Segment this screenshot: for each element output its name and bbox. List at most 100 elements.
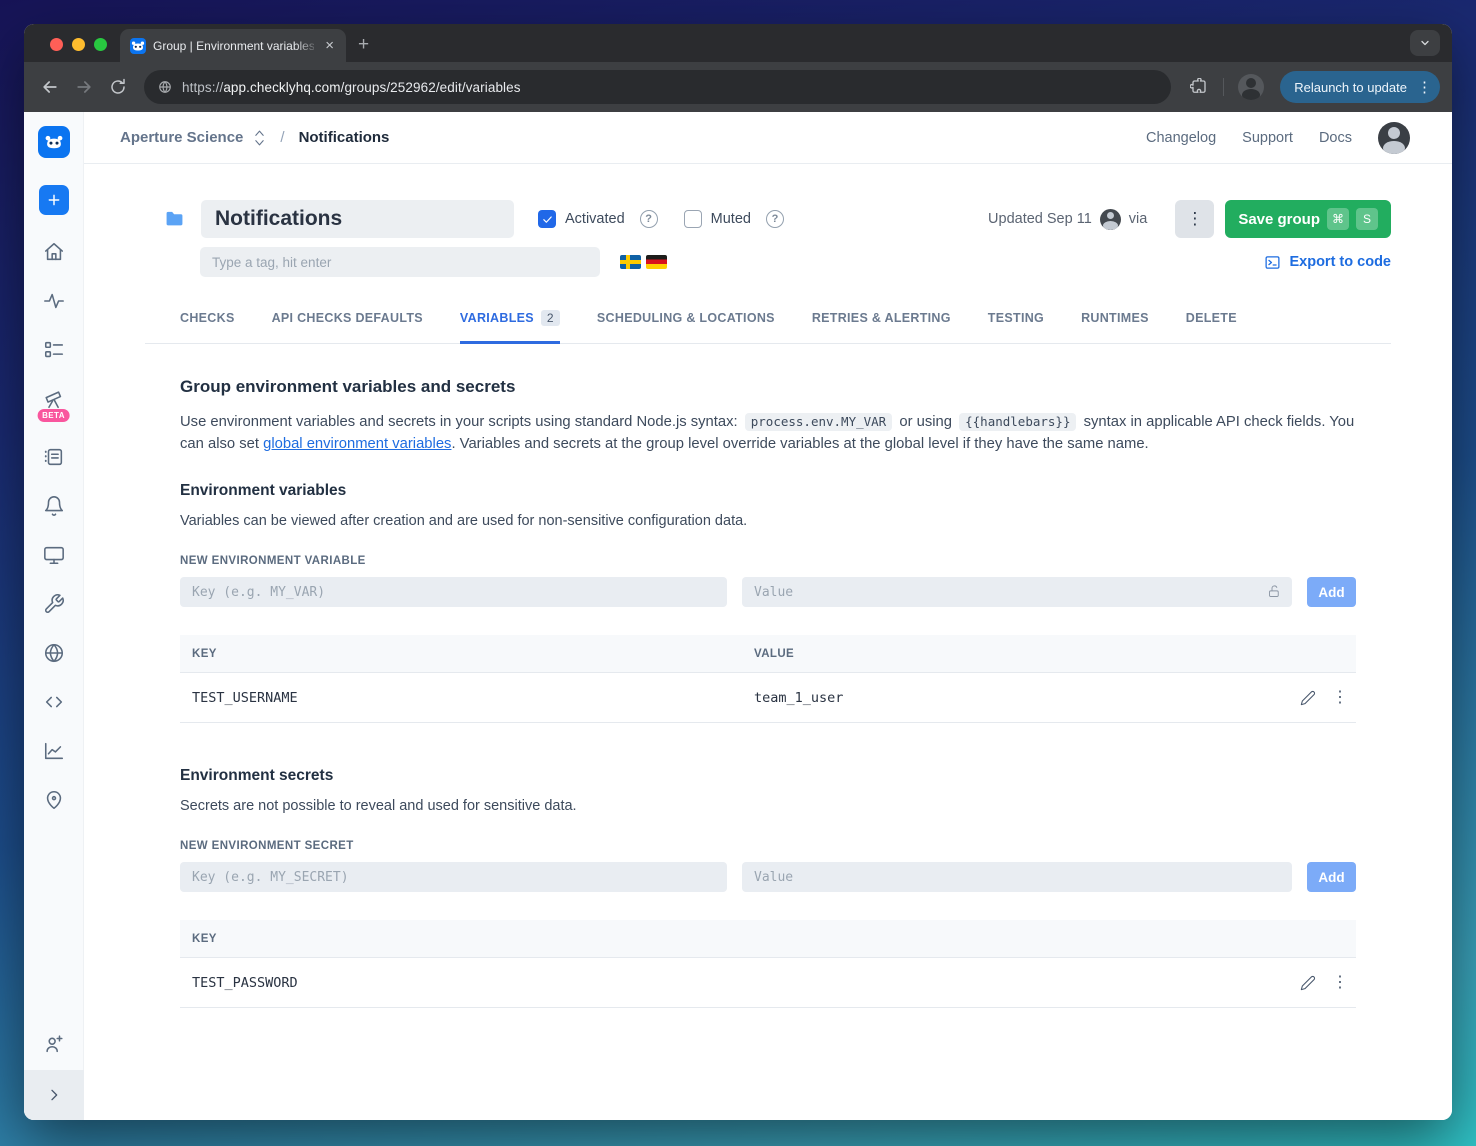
extensions-button[interactable] bbox=[1185, 73, 1213, 101]
relaunch-button[interactable]: Relaunch to update ⋮ bbox=[1280, 71, 1440, 103]
browser-profile-avatar[interactable] bbox=[1238, 74, 1265, 100]
group-options-button[interactable]: ⋮ bbox=[1175, 200, 1215, 238]
zoom-window-button[interactable] bbox=[94, 38, 107, 51]
sidebar-item-private-locations[interactable] bbox=[42, 641, 66, 665]
s-key-badge: S bbox=[1356, 208, 1378, 230]
tab-runtimes[interactable]: RUNTIMES bbox=[1081, 304, 1149, 344]
support-link[interactable]: Support bbox=[1242, 130, 1293, 146]
muted-checkbox-group: Muted ? bbox=[683, 210, 784, 228]
muted-help-icon[interactable]: ? bbox=[765, 210, 784, 228]
tab-checks[interactable]: CHECKS bbox=[180, 304, 235, 344]
pencil-icon bbox=[1300, 975, 1316, 990]
edit-variable-button[interactable] bbox=[1300, 690, 1316, 706]
intro-paragraph: Use environment variables and secrets in… bbox=[180, 413, 1355, 452]
sidebar-item-locations[interactable] bbox=[42, 788, 66, 812]
activated-label: Activated bbox=[565, 211, 625, 227]
secret-row-actions: ⋮ bbox=[1300, 974, 1356, 991]
sidebar-item-home[interactable] bbox=[42, 240, 66, 264]
add-secret-button[interactable]: Add bbox=[1307, 862, 1356, 892]
sidebar-item-logs[interactable] bbox=[42, 445, 66, 469]
variable-row-actions: ⋮ bbox=[1300, 689, 1356, 706]
close-window-button[interactable] bbox=[50, 38, 63, 51]
site-info-globe-icon[interactable] bbox=[158, 80, 172, 94]
tab-scheduling-locations[interactable]: SCHEDULING & LOCATIONS bbox=[597, 304, 775, 344]
app-main: Aperture Science / Notifications Changel… bbox=[84, 112, 1452, 1120]
new-tab-button[interactable]: + bbox=[358, 34, 369, 56]
global-env-vars-link[interactable]: global environment variables bbox=[263, 436, 451, 452]
secret-key-input[interactable] bbox=[180, 862, 727, 892]
variable-key-cell: TEST_USERNAME bbox=[192, 689, 298, 706]
save-group-button[interactable]: Save group ⌘ S bbox=[1225, 200, 1391, 238]
secret-key-column-header: KEY bbox=[192, 932, 217, 945]
tag-input[interactable] bbox=[200, 247, 600, 277]
minimize-window-button[interactable] bbox=[72, 38, 85, 51]
back-button[interactable] bbox=[36, 73, 64, 101]
sidebar-item-monitoring[interactable] bbox=[42, 289, 66, 313]
sidebar-expand-button[interactable] bbox=[24, 1070, 84, 1120]
sidebar-item-analytics[interactable] bbox=[42, 739, 66, 763]
account-switcher-chevrons[interactable] bbox=[253, 129, 266, 147]
app-sidebar: BETA bbox=[24, 112, 84, 1120]
export-to-code-link[interactable]: Export to code bbox=[1264, 254, 1391, 271]
updated-info: Updated Sep 11 via bbox=[988, 208, 1148, 230]
browser-menu-icon[interactable]: ⋮ bbox=[1417, 78, 1432, 96]
variable-value-input[interactable] bbox=[742, 577, 1292, 607]
code-chip-handlebars: {{handlebars}} bbox=[959, 413, 1077, 431]
chevron-right-icon bbox=[50, 1089, 57, 1101]
sidebar-item-alerts[interactable] bbox=[42, 494, 66, 518]
new-variable-form: Add bbox=[180, 577, 1356, 607]
content-title: Group environment variables and secrets bbox=[180, 377, 516, 396]
url-path: /groups/252962/edit/variables bbox=[340, 79, 521, 95]
user-plus-icon bbox=[45, 1035, 63, 1053]
browser-tab[interactable]: Group | Environment variables × bbox=[120, 29, 346, 62]
group-header: Activated ? Muted ? Updated Sep 11 via ⋮ bbox=[145, 200, 1391, 238]
reload-button[interactable] bbox=[104, 73, 132, 101]
tab-close-icon[interactable]: × bbox=[321, 36, 338, 55]
activated-help-icon[interactable]: ? bbox=[639, 210, 658, 228]
window-controls bbox=[50, 38, 107, 51]
key-column-header: KEY bbox=[192, 647, 217, 660]
tab-delete[interactable]: DELETE bbox=[1186, 304, 1237, 344]
chevron-down-icon bbox=[1421, 40, 1429, 46]
forward-button[interactable] bbox=[70, 73, 98, 101]
tab-variables[interactable]: VARIABLES 2 bbox=[459, 304, 560, 344]
create-new-button[interactable] bbox=[38, 185, 69, 215]
sidebar-item-dashboards[interactable] bbox=[42, 543, 66, 567]
url-bar[interactable]: https://app.checklyhq.com/groups/252962/… bbox=[144, 70, 1172, 104]
lock-toggle-icon[interactable] bbox=[1267, 584, 1282, 599]
sidebar-item-maintenance[interactable] bbox=[42, 592, 66, 616]
sidebar-item-explore-beta[interactable]: BETA bbox=[37, 387, 70, 422]
variable-key-input[interactable] bbox=[180, 577, 727, 607]
url-scheme: https:// bbox=[182, 79, 224, 95]
updated-via-text: via bbox=[1128, 211, 1148, 227]
docs-link[interactable]: Docs bbox=[1319, 130, 1352, 146]
tab-testing[interactable]: TESTING bbox=[988, 304, 1044, 344]
variables-table-header: KEY VALUE bbox=[180, 635, 1356, 673]
muted-checkbox[interactable] bbox=[683, 210, 702, 228]
add-variable-button[interactable]: Add bbox=[1307, 577, 1356, 607]
sidebar-item-checks[interactable] bbox=[42, 338, 66, 362]
tab-retries-alerting[interactable]: RETRIES & ALERTING bbox=[812, 304, 951, 344]
variable-row-menu-button[interactable]: ⋮ bbox=[1332, 689, 1348, 706]
secret-row-menu-button[interactable]: ⋮ bbox=[1332, 974, 1348, 991]
sidebar-item-snippets[interactable] bbox=[42, 690, 66, 714]
checkly-logo[interactable] bbox=[37, 126, 70, 158]
tab-api-checks-defaults[interactable]: API CHECKS DEFAULTS bbox=[272, 304, 423, 344]
new-secret-form: Add bbox=[180, 862, 1356, 892]
reload-icon bbox=[111, 78, 125, 94]
sweden-flag-icon bbox=[620, 255, 641, 269]
activated-checkbox-group: Activated ? bbox=[538, 210, 658, 228]
invite-user-button[interactable] bbox=[42, 1032, 66, 1056]
account-switcher[interactable]: Aperture Science bbox=[120, 129, 243, 146]
group-tabs: CHECKS API CHECKS DEFAULTS VARIABLES 2 S… bbox=[145, 304, 1391, 344]
tab-search-button[interactable] bbox=[1410, 30, 1440, 56]
group-name-input[interactable] bbox=[201, 200, 514, 238]
user-avatar[interactable] bbox=[1378, 121, 1410, 154]
checkly-favicon bbox=[130, 37, 146, 54]
activated-checkbox[interactable] bbox=[538, 210, 556, 228]
variables-section-description: Variables can be viewed after creation a… bbox=[180, 513, 748, 529]
edit-secret-button[interactable] bbox=[1300, 975, 1316, 991]
secret-value-input[interactable] bbox=[742, 862, 1292, 892]
beta-badge: BETA bbox=[37, 409, 70, 422]
changelog-link[interactable]: Changelog bbox=[1146, 130, 1216, 146]
